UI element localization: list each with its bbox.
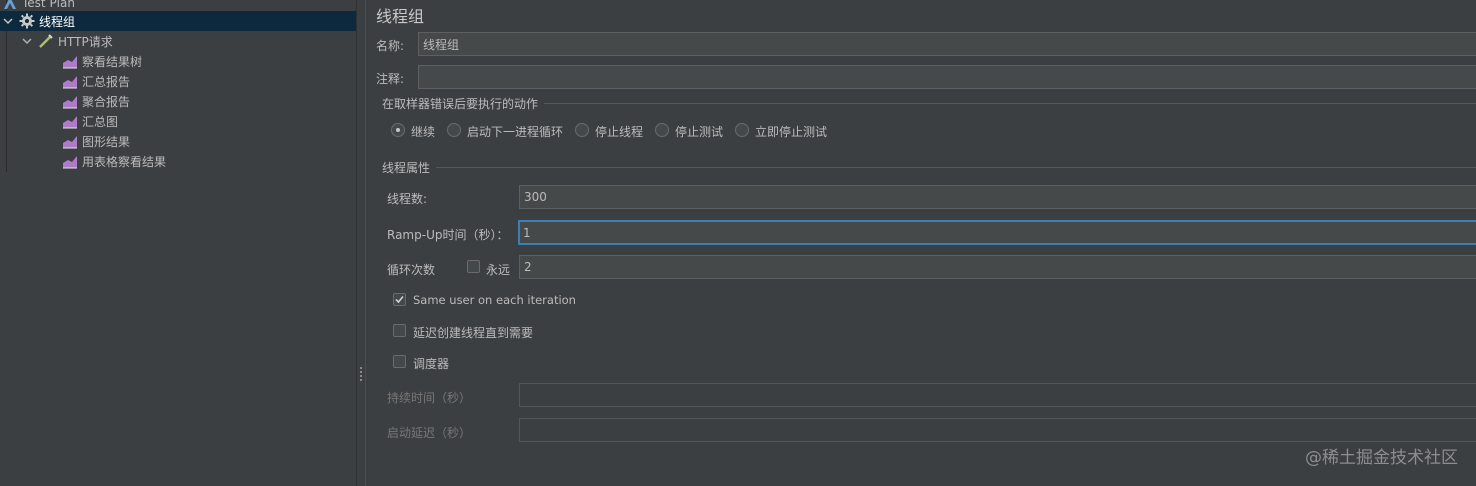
comment-label: 注释: bbox=[376, 72, 405, 86]
delay-thread-creation-label: 延迟创建线程直到需要 bbox=[413, 326, 534, 340]
radio-start-next-loop[interactable] bbox=[447, 123, 461, 137]
page-title: 线程组 bbox=[376, 7, 425, 26]
scheduler-label: 调度器 bbox=[413, 357, 450, 371]
chart-icon bbox=[62, 153, 78, 169]
radio-stop-test-now[interactable] bbox=[735, 123, 749, 137]
tree-node-label: 汇总报告 bbox=[82, 74, 131, 89]
chart-icon bbox=[62, 73, 78, 89]
chart-icon bbox=[62, 133, 78, 149]
chart-icon bbox=[62, 53, 78, 69]
startup-delay-input[interactable] bbox=[519, 418, 1476, 442]
forever-checkbox[interactable] bbox=[467, 260, 480, 273]
test-plan-tree: Test Plan 线程组 HTTP请求 察看结果树 汇总报告 聚合报告 汇总图… bbox=[0, 0, 356, 486]
test-plan-icon bbox=[2, 0, 18, 11]
name-input[interactable] bbox=[418, 32, 1476, 56]
rampup-label: Ramp-Up时间（秒）： bbox=[387, 228, 509, 242]
delay-thread-creation-checkbox[interactable] bbox=[393, 324, 406, 337]
tree-node-label: 聚合报告 bbox=[82, 94, 131, 109]
chart-icon bbox=[62, 93, 78, 109]
chevron-down-icon[interactable] bbox=[3, 16, 13, 26]
tree-node-label: 用表格察看结果 bbox=[82, 154, 167, 169]
tree-node-listener[interactable]: 聚合报告 bbox=[62, 91, 130, 111]
rampup-input[interactable] bbox=[518, 220, 1476, 245]
gear-icon bbox=[19, 13, 35, 29]
threads-label: 线程数: bbox=[387, 192, 428, 206]
drag-handle-icon[interactable] bbox=[360, 367, 362, 381]
tree-node-http-request[interactable]: HTTP请求 bbox=[22, 31, 113, 51]
radio-continue[interactable] bbox=[391, 123, 405, 137]
tree-node-label: HTTP请求 bbox=[58, 34, 113, 49]
chevron-down-icon[interactable] bbox=[22, 36, 32, 46]
tree-node-listener[interactable]: 用表格察看结果 bbox=[62, 151, 166, 171]
radio-label: 继续 bbox=[411, 125, 436, 139]
checkmark-icon bbox=[395, 295, 404, 304]
thread-group-editor: 线程组 名称: 注释: 在取样器错误后要执行的动作 继续 启动下一进程循环 停止… bbox=[366, 0, 1476, 486]
name-label: 名称: bbox=[376, 39, 405, 53]
loop-count-input[interactable] bbox=[519, 255, 1476, 279]
chart-icon bbox=[62, 113, 78, 129]
same-user-label: Same user on each iteration bbox=[413, 293, 576, 307]
tree-node-label: 图形结果 bbox=[82, 134, 131, 149]
duration-input[interactable] bbox=[519, 383, 1476, 407]
radio-label: 停止测试 bbox=[675, 125, 724, 139]
watermark: @稀土掘金技术社区 bbox=[1305, 448, 1458, 468]
comment-input[interactable] bbox=[418, 65, 1476, 89]
tree-node-listener[interactable]: 察看结果树 bbox=[62, 51, 142, 71]
scheduler-checkbox[interactable] bbox=[393, 355, 406, 368]
pipette-icon bbox=[38, 33, 54, 49]
same-user-checkbox[interactable] bbox=[393, 293, 406, 306]
thread-props-legend: 线程属性 bbox=[382, 161, 431, 175]
radio-label: 启动下一进程循环 bbox=[467, 125, 564, 139]
radio-label: 停止线程 bbox=[595, 125, 644, 139]
loop-count-label: 循环次数 bbox=[387, 263, 436, 277]
radio-stop-thread[interactable] bbox=[575, 123, 589, 137]
threads-input[interactable] bbox=[519, 185, 1476, 209]
tree-node-label: 汇总图 bbox=[82, 114, 119, 129]
radio-stop-test[interactable] bbox=[655, 123, 669, 137]
tree-node-label: 察看结果树 bbox=[82, 54, 143, 69]
on-error-legend: 在取样器错误后要执行的动作 bbox=[382, 97, 539, 111]
divider bbox=[436, 167, 1476, 168]
panel-splitter[interactable] bbox=[356, 0, 366, 486]
tree-node-thread-group[interactable]: 线程组 bbox=[0, 11, 356, 31]
tree-node-listener[interactable]: 汇总报告 bbox=[62, 71, 130, 91]
tree-node-label: 线程组 bbox=[39, 14, 76, 29]
startup-delay-label: 启动延迟（秒） bbox=[387, 426, 472, 440]
radio-label: 立即停止测试 bbox=[755, 125, 828, 139]
duration-label: 持续时间（秒） bbox=[387, 391, 472, 405]
tree-node-listener[interactable]: 汇总图 bbox=[62, 111, 118, 131]
forever-label: 永远 bbox=[486, 263, 511, 277]
tree-node-listener[interactable]: 图形结果 bbox=[62, 131, 130, 151]
divider bbox=[544, 103, 1476, 104]
tree-node-label: Test Plan bbox=[22, 0, 75, 10]
